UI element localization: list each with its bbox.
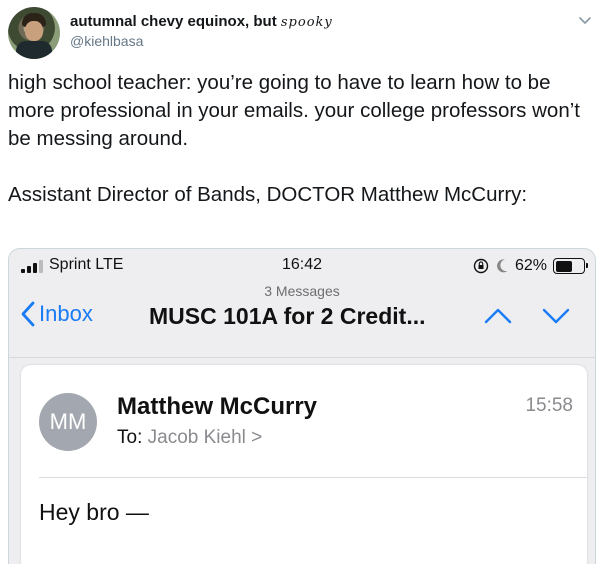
card-divider xyxy=(39,477,587,478)
email-screenshot[interactable]: Sprint LTE 16:42 62% 3 Messages Inbox MU… xyxy=(8,248,596,564)
status-icons: 62% xyxy=(473,256,588,276)
to-label: To: xyxy=(117,427,143,448)
status-bar: Sprint LTE 16:42 62% xyxy=(9,249,595,279)
battery-percent: 62% xyxy=(514,257,547,274)
tweet-text: high school teacher: you’re going to hav… xyxy=(8,71,580,206)
recipient[interactable]: Jacob Kiehl > xyxy=(148,427,263,448)
user-avatar[interactable] xyxy=(8,7,60,59)
sender-avatar[interactable]: MM xyxy=(39,393,97,451)
moon-icon xyxy=(497,259,508,273)
back-label: Inbox xyxy=(39,301,93,326)
email-subject: MUSC 101A for 2 Credit... xyxy=(149,303,426,329)
to-line: To: Jacob Kiehl > xyxy=(117,427,262,449)
rotation-lock-icon xyxy=(473,258,489,274)
back-button[interactable]: Inbox xyxy=(21,301,93,327)
display-name-text: autumnal chevy equinox, but xyxy=(70,13,277,30)
display-name-spooky: spooky xyxy=(280,15,333,30)
email-time: 15:58 xyxy=(525,395,573,416)
sender-name[interactable]: Matthew McCurry xyxy=(117,393,317,421)
tweet-header: autumnal chevy equinox, but spooky @kieh… xyxy=(8,7,592,59)
down-arrow-icon[interactable] xyxy=(541,307,571,325)
battery-icon xyxy=(553,258,588,274)
user-handle[interactable]: @kiehlbasa xyxy=(70,33,143,49)
up-arrow-icon[interactable] xyxy=(483,307,513,325)
mail-navbar: Inbox MUSC 101A for 2 Credit... xyxy=(9,297,595,337)
back-chevron-icon xyxy=(21,301,35,327)
email-card: MM Matthew McCurry To: Jacob Kiehl > 15:… xyxy=(21,365,587,564)
email-body: Hey bro — xyxy=(39,499,149,525)
display-name[interactable]: autumnal chevy equinox, but spooky xyxy=(70,13,333,30)
chevron-down-icon[interactable] xyxy=(578,13,592,27)
navbar-divider xyxy=(9,357,595,358)
